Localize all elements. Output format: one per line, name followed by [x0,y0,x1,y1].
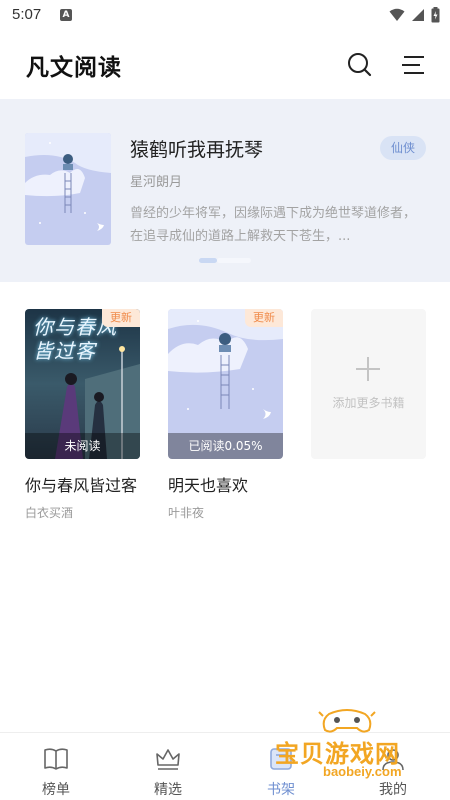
add-book-button[interactable]: 添加更多书籍 [311,309,426,459]
banner-book-title: 猿鹤听我再抚琴 [130,139,264,161]
plus-icon [356,357,380,381]
book-cover[interactable]: 更新 已阅读0.05% [168,309,283,459]
wifi-icon [389,8,405,21]
banner-book-cover[interactable] [25,133,111,245]
add-book-label: 添加更多书籍 [332,396,405,410]
banner-author: 星河朗月 [130,175,183,190]
notification-a-icon: A [60,9,72,21]
book-author: 白衣买酒 [25,506,74,520]
update-badge: 更新 [245,309,283,327]
gamepad-icon [318,709,376,733]
signal-icon [412,9,424,21]
featured-banner[interactable]: 猿鹤听我再抚琴 星河朗月 曾经的少年将军，因缘际遇下成为绝世琴道修者，在追寻成仙… [0,99,450,282]
status-bar: 5:07 A [0,0,450,30]
banner-description: 曾经的少年将军，因缘际遇下成为绝世琴道修者，在追寻成仙的道路上解救天下苍生，..… [130,206,417,244]
search-button[interactable] [345,50,375,80]
nav-label: 榜单 [42,782,70,798]
carousel-indicator [199,258,251,263]
carousel-dot-active [199,258,217,263]
shelf-book-card[interactable]: 更新 已阅读0.05% 明天也喜欢 叶非夜 [168,309,283,520]
app-title: 凡文阅读 [26,55,122,81]
carousel-dot [217,258,251,263]
book-icon [44,748,68,770]
crown-icon [156,749,180,770]
update-badge: 更新 [102,309,140,327]
watermark-url: baobeiy.com [323,764,402,779]
watermark: 宝贝游戏网 baobeiy.com [275,706,435,790]
status-icons [389,7,440,23]
genre-tag: 仙侠 [380,136,426,160]
status-time: 5:07 [12,6,42,23]
book-title: 明天也喜欢 [168,476,249,495]
battery-icon [431,7,440,23]
menu-icon [402,56,424,74]
shelf-book-card[interactable]: 你与春风皆过客 更新 未阅读 你与春风皆过客 白衣买酒 [25,309,140,520]
nav-item-rankings[interactable]: 榜单 [16,741,96,798]
reading-progress: 未阅读 [25,433,140,459]
search-icon [348,53,372,77]
book-cover[interactable]: 你与春风皆过客 更新 未阅读 [25,309,140,459]
book-author: 叶非夜 [168,506,205,520]
nav-item-featured[interactable]: 精选 [128,741,208,798]
book-title: 你与春风皆过客 [25,476,138,495]
reading-progress: 已阅读0.05% [168,433,283,459]
app-header: 凡文阅读 [0,30,450,100]
nav-label: 精选 [154,782,182,798]
menu-button[interactable] [398,50,428,80]
cover-illustration [25,133,111,245]
